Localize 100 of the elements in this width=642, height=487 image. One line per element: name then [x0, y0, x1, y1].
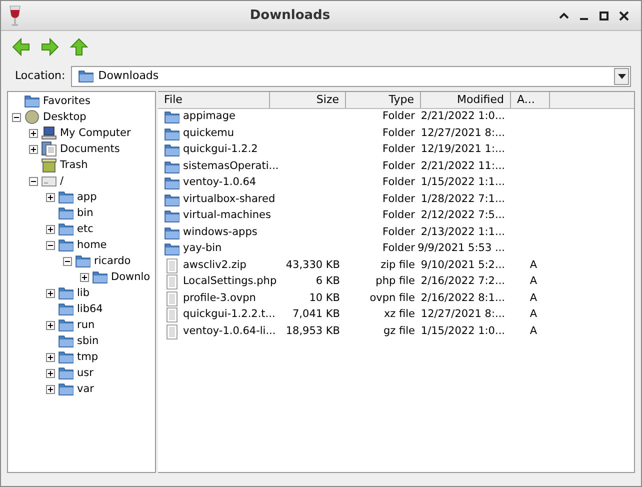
- column-header[interactable]: File: [158, 92, 270, 108]
- expand-icon[interactable]: [46, 288, 55, 298]
- table-cell-text: Folder: [382, 109, 415, 124]
- document-icon: [164, 290, 180, 307]
- table-cell[interactable]: virtualbox-shared: [183, 192, 276, 208]
- table-cell-text: 43,330 KB: [286, 258, 340, 273]
- column-header[interactable]: Type: [346, 92, 421, 108]
- table-cell-text: ovpn file: [370, 290, 415, 306]
- tree-item[interactable]: Documents: [60, 141, 120, 157]
- table-cell-text: 1/15/2022 1:0...: [420, 324, 505, 339]
- table-cell-text: Folder: [382, 126, 415, 141]
- table-cell[interactable]: sistemasOperati...: [183, 158, 279, 175]
- tree-item[interactable]: tmp: [77, 349, 98, 365]
- expand-icon[interactable]: [46, 384, 55, 394]
- table-cell[interactable]: yay-bin: [183, 241, 222, 258]
- column-header[interactable]: Size: [270, 92, 346, 108]
- table-cell[interactable]: awscliv2.zip: [183, 258, 246, 274]
- expand-icon[interactable]: [46, 368, 55, 378]
- column-header[interactable]: Modified: [421, 92, 511, 108]
- tree-item[interactable]: Downlo: [111, 269, 150, 285]
- table-cell[interactable]: quickgui-1.2.2: [183, 142, 258, 158]
- tree-item[interactable]: sbin: [77, 333, 99, 349]
- folder-icon: [58, 221, 74, 237]
- expand-icon[interactable]: [29, 144, 38, 154]
- table-cell-text: Folder: [382, 241, 415, 256]
- table-cell-text: A: [530, 307, 538, 322]
- tree-item[interactable]: /: [60, 173, 64, 189]
- table-cell[interactable]: quickgui-1.2.2.t...: [183, 307, 276, 324]
- table-cell-text: 10 KB: [309, 290, 340, 306]
- folder-icon: [164, 158, 180, 175]
- folder-icon: [58, 237, 74, 253]
- table-cell-text: 1/15/2022 1:1...: [420, 175, 505, 190]
- table-cell[interactable]: LocalSettings.php: [183, 274, 277, 290]
- tree-item[interactable]: home: [77, 237, 107, 253]
- document-icon: [164, 274, 180, 290]
- tree-item[interactable]: lib64: [77, 301, 103, 317]
- folder-icon: [164, 192, 180, 208]
- table-cell[interactable]: ventoy-1.0.64-li...: [183, 324, 276, 340]
- collapse-icon[interactable]: [46, 240, 55, 250]
- dropdown-button[interactable]: [614, 68, 629, 84]
- table-cell-text: Folder: [382, 142, 415, 158]
- table-cell[interactable]: quickemu: [183, 126, 234, 142]
- tree-item[interactable]: app: [77, 189, 97, 205]
- table-cell[interactable]: appimage: [183, 109, 236, 126]
- maximize-icon[interactable]: [599, 10, 609, 20]
- table-cell-text: 2/13/2022 1:1...: [420, 224, 505, 240]
- table-cell-text: A: [530, 290, 538, 306]
- table-cell-text: Folder: [382, 208, 415, 224]
- expand-icon[interactable]: [29, 128, 38, 138]
- tree-item[interactable]: ricardo: [94, 253, 131, 269]
- table-cell-text: 6 KB: [316, 274, 340, 290]
- tree-item[interactable]: bin: [77, 205, 94, 221]
- table-cell-text: 12/19/2021 1:...: [420, 142, 505, 158]
- table-cell[interactable]: windows-apps: [183, 224, 258, 241]
- expand-icon[interactable]: [80, 272, 89, 282]
- tree-item[interactable]: Desktop: [43, 109, 86, 125]
- column-header[interactable]: A...: [511, 92, 550, 108]
- folder-icon: [58, 205, 74, 221]
- globe-icon: [24, 109, 40, 125]
- table-cell-text: 9/9/2021 5:53 ...: [418, 241, 505, 256]
- folder-icon: [58, 349, 74, 365]
- close-icon[interactable]: [619, 10, 629, 20]
- expand-icon[interactable]: [46, 192, 55, 202]
- table-cell[interactable]: ventoy-1.0.64: [183, 175, 256, 192]
- trash-icon: [41, 157, 57, 173]
- table-cell-text: A: [530, 274, 538, 290]
- tree-item[interactable]: lib: [77, 285, 90, 301]
- table-cell-text: 2/21/2022 11:...: [420, 158, 505, 174]
- table-cell[interactable]: profile-3.ovpn: [183, 290, 256, 307]
- folder-icon: [58, 285, 74, 301]
- table-cell-text: xz file: [384, 307, 415, 322]
- folder-icon: [75, 253, 91, 269]
- collapse-icon[interactable]: [12, 112, 21, 122]
- table-cell-text: 12/27/2021 8:...: [420, 307, 505, 322]
- folder-icon: [164, 175, 180, 192]
- expand-icon[interactable]: [46, 352, 55, 362]
- tree-item[interactable]: My Computer: [60, 125, 131, 141]
- folder-icon: [164, 126, 180, 142]
- collapse-icon[interactable]: [29, 176, 38, 186]
- table-cell-text: A: [530, 258, 538, 273]
- location-field[interactable]: Downloads: [71, 66, 631, 86]
- collapse-icon[interactable]: [63, 256, 72, 266]
- document-icon: [164, 307, 180, 324]
- chevron-up-icon[interactable]: [559, 10, 569, 20]
- tree-item[interactable]: run: [77, 317, 95, 333]
- table-cell-text: Folder: [382, 158, 415, 174]
- expand-icon[interactable]: [46, 320, 55, 330]
- folder-icon: [78, 68, 94, 84]
- tree-item[interactable]: var: [77, 381, 94, 397]
- table-cell-text: Folder: [382, 224, 415, 240]
- tree-item[interactable]: usr: [77, 365, 94, 381]
- table-cell[interactable]: virtual-machines: [183, 208, 271, 224]
- expand-icon[interactable]: [46, 224, 55, 234]
- folder-icon: [164, 142, 180, 158]
- wine-glass-icon: [9, 4, 21, 26]
- tree-item[interactable]: Favorites: [43, 93, 90, 109]
- tree-item[interactable]: Trash: [60, 157, 88, 173]
- folder-icon: [164, 109, 180, 126]
- table-cell-text: 18,953 KB: [286, 324, 340, 339]
- tree-item[interactable]: etc: [77, 221, 94, 237]
